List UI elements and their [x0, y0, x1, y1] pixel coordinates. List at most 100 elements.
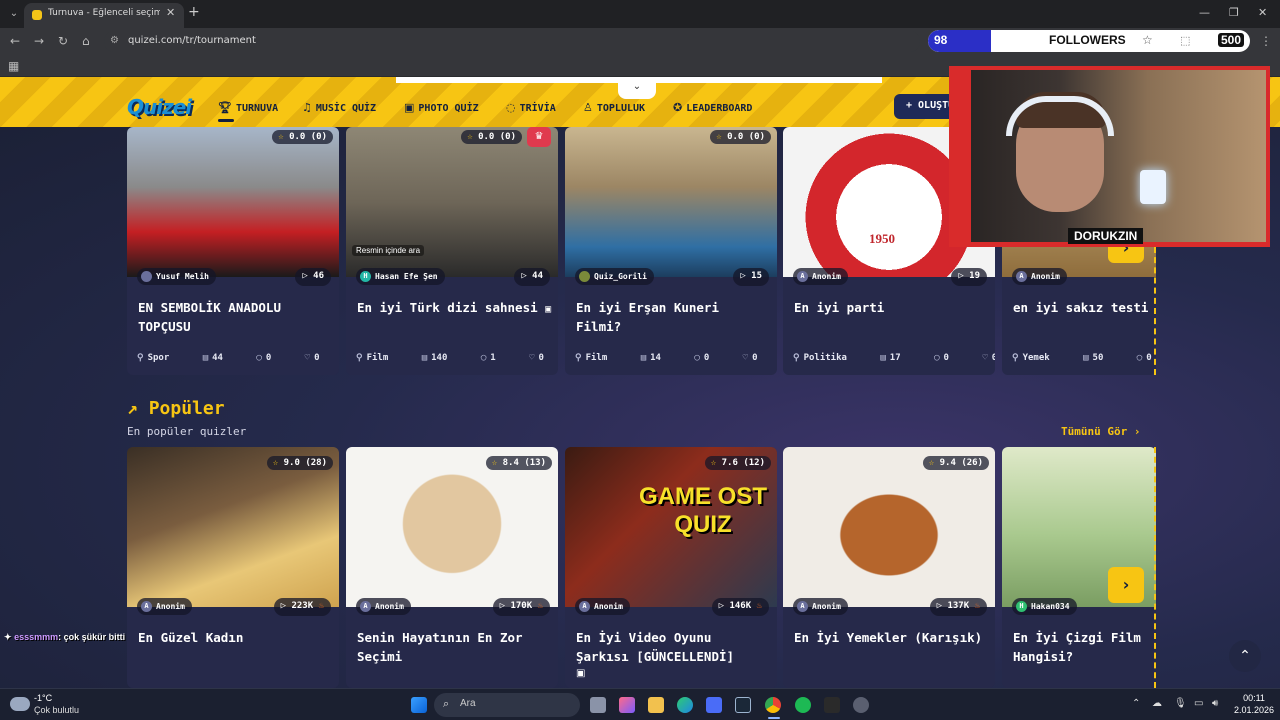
time: 00:11: [1243, 693, 1265, 703]
avatar: H: [360, 271, 371, 282]
likes-count: 0: [314, 353, 320, 363]
plays-count: 46: [313, 271, 324, 281]
microphone-icon[interactable]: 🎙︎: [1174, 698, 1187, 709]
section-title: ↗ Popüler: [127, 398, 225, 419]
volume-icon[interactable]: 🔊︎: [1212, 698, 1218, 709]
nav-photo-quiz[interactable]: ▣ PHOTO QUİZ: [404, 101, 479, 114]
copilot-icon[interactable]: [619, 697, 635, 713]
nav-trivia[interactable]: ◌ TRİVİA: [506, 101, 556, 114]
quiz-card[interactable]: ♛ ☆ 0.0 (0) Resmin içinde ara H Hasan Efe…: [346, 127, 558, 375]
start-icon[interactable]: [411, 697, 427, 713]
minimize-icon[interactable]: —: [1199, 6, 1210, 19]
avatar: A: [797, 601, 808, 612]
webcam-light: [1140, 170, 1166, 204]
items-count: 140: [431, 353, 448, 363]
back-icon[interactable]: ←: [10, 34, 20, 48]
store-icon[interactable]: [706, 697, 722, 713]
category-icon: ⚲: [793, 353, 800, 363]
fire-icon: ♨: [974, 601, 980, 611]
search-icon: ⌕: [443, 697, 450, 710]
plays-badge: ▷ 44: [514, 268, 550, 286]
scroll-top-button[interactable]: ⌃: [1229, 640, 1261, 672]
site-info-icon[interactable]: ⚙: [110, 35, 119, 46]
carousel-next-button[interactable]: ›: [1108, 567, 1144, 603]
quiz-card[interactable]: GAME OST QUIZ ☆ 7.6 (12) A Anonim ▷ 146K …: [565, 447, 777, 688]
quiz-card[interactable]: ☆ 8.4 (13) A Anonim ▷ 170K ♨ Senin Hayatı…: [346, 447, 558, 688]
heart-icon: ♡: [982, 353, 988, 363]
epic-games-icon[interactable]: [824, 697, 840, 713]
bookmark-star-icon[interactable]: ☆: [1142, 33, 1153, 47]
play-icon: ▷: [958, 271, 964, 281]
temperature: -1°C: [34, 693, 53, 703]
browser-tab[interactable]: Turnuva - Eğlenceli seçimler ya ✕: [24, 3, 184, 28]
section-title-text: Popüler: [148, 398, 225, 419]
edge-icon[interactable]: [677, 697, 693, 713]
see-all-link[interactable]: Tümünü Gör ›: [1061, 425, 1140, 438]
quiz-card[interactable]: ☆ 9.4 (26) A Anonim ▷ 137K ♨ En İyi Yemek…: [783, 447, 995, 688]
nav-leaderboard[interactable]: ✪ LEADERBOARD: [673, 101, 752, 114]
author-name: Hakan034: [1031, 602, 1070, 611]
star-icon: ☆: [491, 458, 498, 468]
category: Spor: [147, 353, 170, 363]
obs-icon[interactable]: [853, 697, 869, 713]
chat-text: : çok şükür bitti: [58, 632, 126, 642]
cloud-sync-icon[interactable]: ☁: [1152, 698, 1162, 709]
fire-icon: ♨: [537, 601, 543, 611]
task-view-icon[interactable]: [590, 697, 606, 713]
category: Politika: [803, 353, 847, 363]
nav-label: TOPLULUK: [596, 103, 646, 114]
rating-value: 9.4 (26): [939, 458, 983, 468]
apps-grid-icon[interactable]: ▦: [8, 59, 19, 73]
chrome-icon[interactable]: [765, 697, 781, 713]
rating-value: 9.0 (28): [283, 458, 327, 468]
category: Yemek: [1022, 353, 1050, 363]
nav-community[interactable]: ♙ TOPLULUK: [583, 101, 645, 114]
items-count: 44: [212, 353, 223, 363]
logo-year-text: 1950: [869, 231, 895, 246]
close-window-icon[interactable]: ✕: [1258, 6, 1267, 19]
taskbar-search[interactable]: ⌕ Ara: [434, 693, 580, 717]
comment-icon: ◯: [934, 353, 940, 363]
new-tab-button[interactable]: +: [188, 4, 200, 20]
carousel-edge: [1153, 447, 1156, 688]
tab-search-icon[interactable]: ⌄: [6, 6, 22, 22]
play-icon: ▷: [280, 601, 287, 611]
plays-badge: ▷ 146K ♨: [711, 598, 769, 616]
quiz-card[interactable]: ☆ 0.0 (0) Yusuf Melih ▷ 46 EN SEMBOLİK A…: [127, 127, 339, 375]
rating-value: 0.0 (0): [727, 132, 765, 142]
steam-icon[interactable]: [735, 697, 751, 713]
chevron-up-icon[interactable]: ⌃: [1132, 698, 1140, 709]
play-icon: ▷: [499, 601, 506, 611]
display-icon[interactable]: ▭: [1194, 698, 1203, 709]
nav-tournament[interactable]: 🏆︎ TURNUVA: [218, 101, 278, 114]
avatar: A: [797, 271, 808, 282]
cloud-icon[interactable]: [10, 697, 30, 711]
site-logo[interactable]: Quizei: [127, 95, 192, 119]
browser-menu-icon[interactable]: ⋮: [1260, 34, 1272, 48]
quiz-card[interactable]: ☆ 9.0 (28) A Anonim ▷ 223K ♨ En Güzel Kad…: [127, 447, 339, 688]
home-icon[interactable]: ⌂: [82, 34, 90, 48]
quiz-card[interactable]: ☆ 0.0 (0) Quiz_Gorili ▷ 15 En iyi Erşan …: [565, 127, 777, 375]
rating-badge: ☆ 0.0 (0): [461, 130, 522, 144]
chat-message: ✦ esssmmm: çok şükür bitti: [4, 632, 125, 643]
file-explorer-icon[interactable]: [648, 697, 664, 713]
chevron-down-icon[interactable]: ⌄: [618, 81, 656, 99]
follower-goal: 500: [1217, 33, 1244, 47]
quiz-title: en iyi sakız testi: [1013, 300, 1149, 315]
author-name: Quiz_Gorili: [594, 272, 647, 281]
items-icon: ▤: [640, 353, 647, 363]
items-count: 14: [650, 353, 661, 363]
close-tab-icon[interactable]: ✕: [166, 6, 175, 19]
trophy-icon: 🏆︎: [218, 101, 232, 114]
spotify-icon[interactable]: [795, 697, 811, 713]
clock[interactable]: 00:11 2.01.2026: [1232, 692, 1276, 716]
image-search-hint[interactable]: Resmin içinde ara: [352, 245, 425, 256]
forward-icon[interactable]: →: [34, 34, 44, 48]
restore-icon[interactable]: ❐: [1229, 6, 1239, 19]
extensions-icon[interactable]: ⬚: [1180, 34, 1190, 47]
url-field[interactable]: ⚙ quizei.com/tr/tournament: [104, 31, 920, 52]
section-subtitle: En popüler quizler: [127, 425, 247, 438]
reload-icon[interactable]: ↻: [58, 34, 68, 48]
nav-music-quiz[interactable]: ♫ MUSİC QUİZ: [302, 101, 376, 114]
quiz-thumbnail: [565, 127, 777, 277]
